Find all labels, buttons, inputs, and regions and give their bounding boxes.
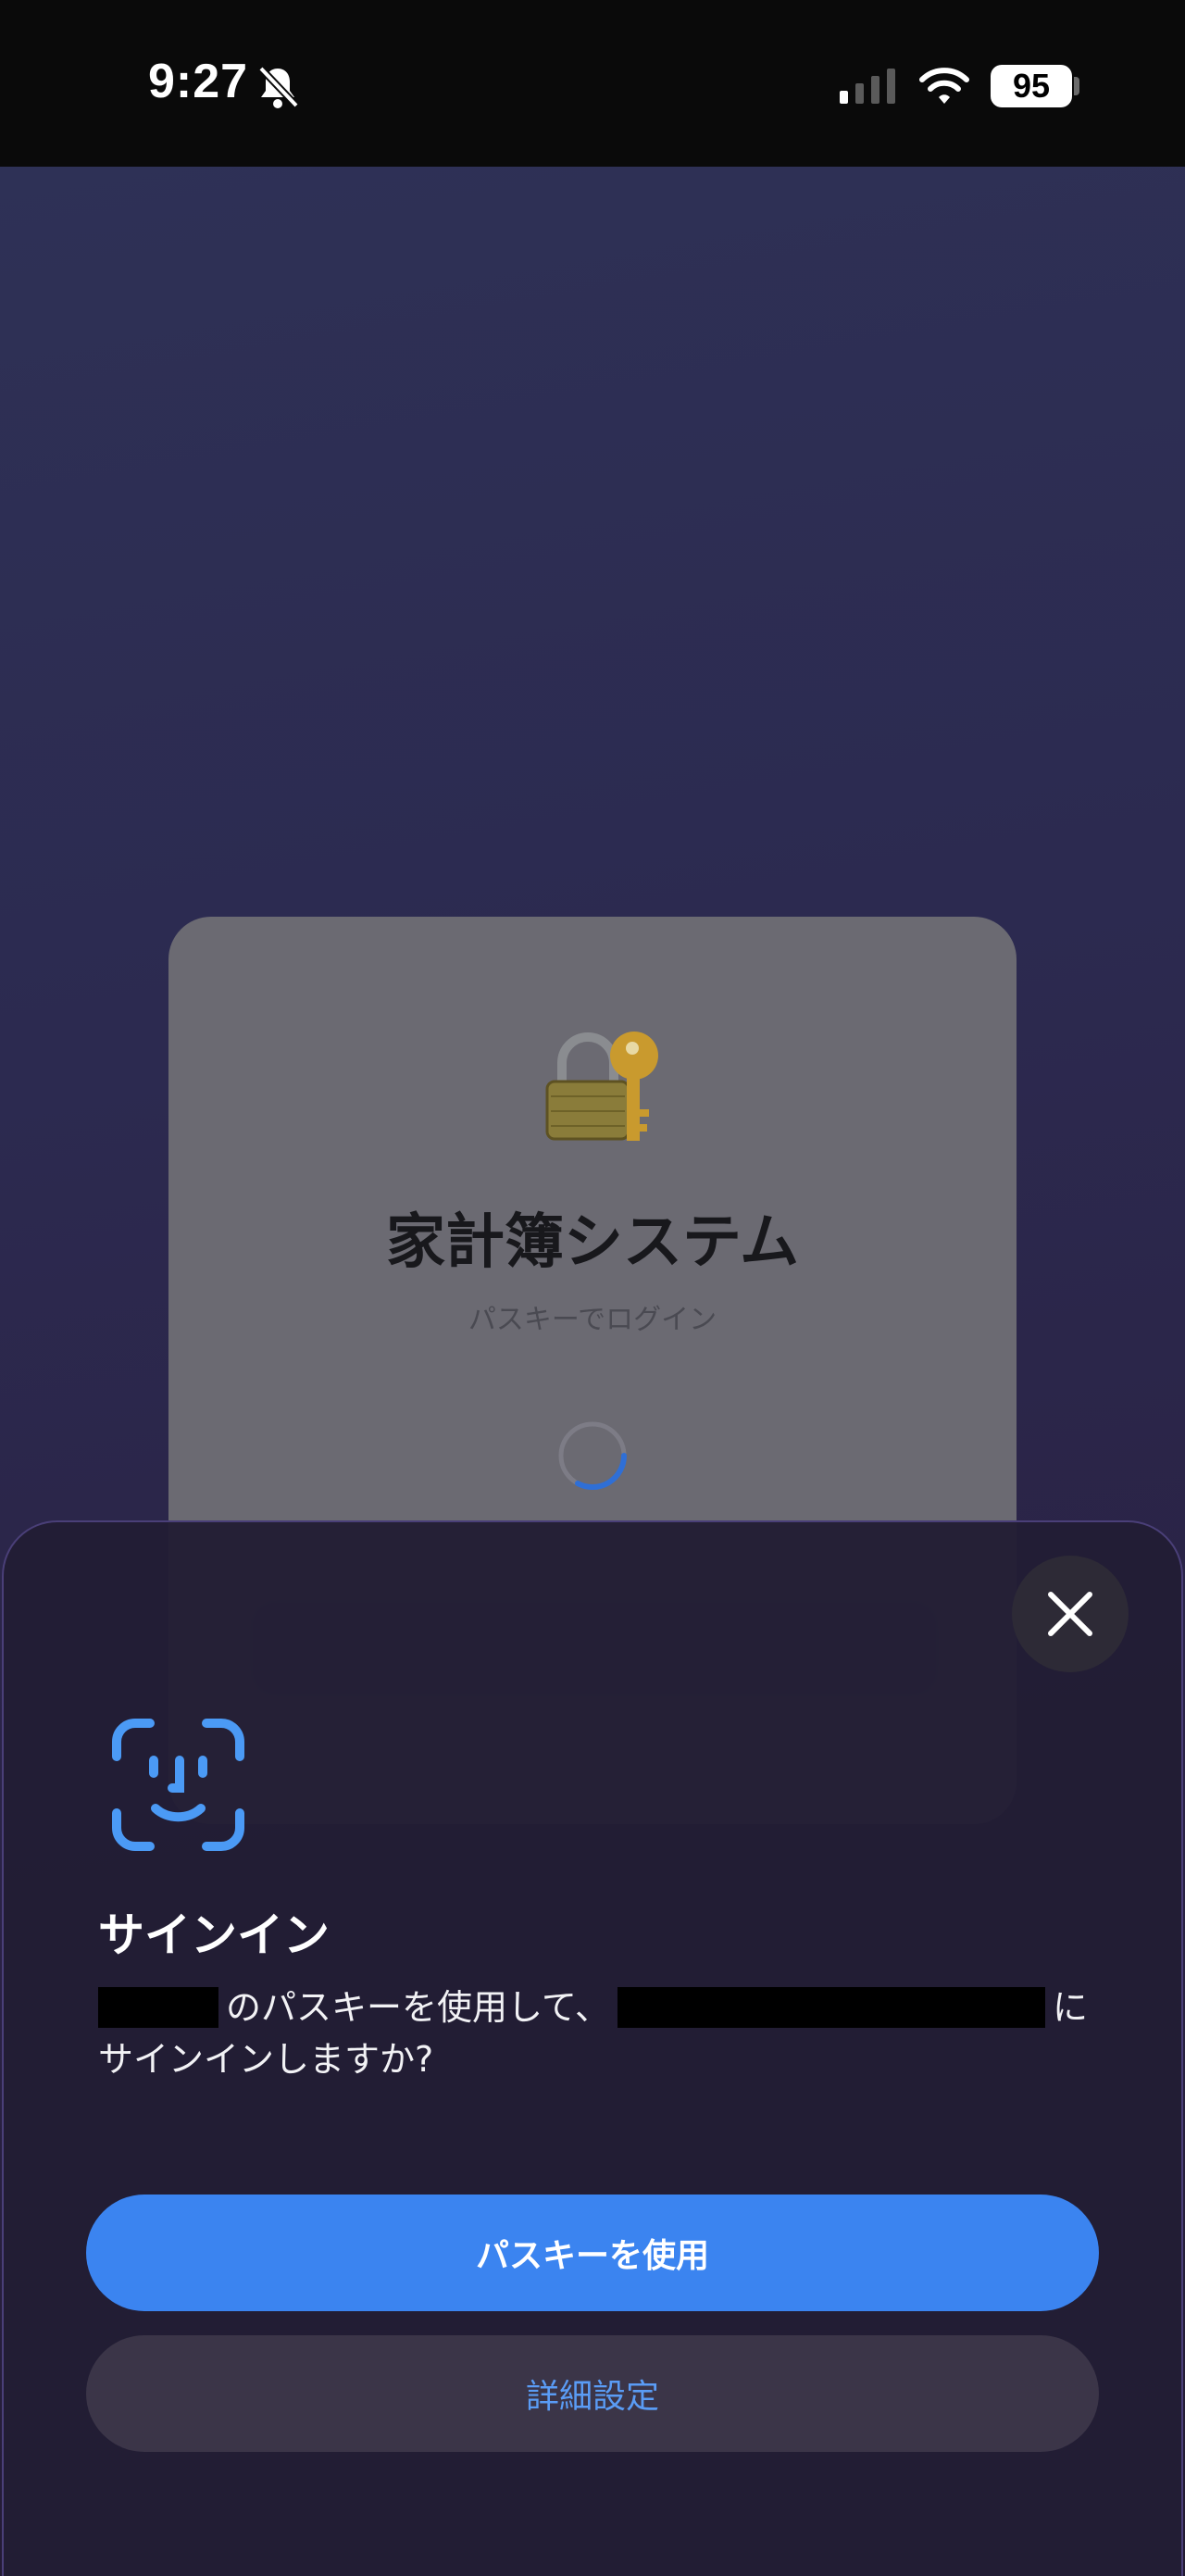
app-subtitle: パスキーでログイン xyxy=(468,1304,717,1336)
status-time: 9:27 xyxy=(148,55,249,108)
cellular-signal-icon xyxy=(840,69,895,104)
prompt-text-1: のパスキーを使用して、 xyxy=(226,1987,610,2028)
redacted-site xyxy=(617,1986,1045,2028)
use-passkey-button[interactable]: パスキーを使用 xyxy=(86,2195,1099,2311)
advanced-settings-button[interactable]: 詳細設定 xyxy=(86,2335,1099,2452)
prompt-text-3: サインインしますか? xyxy=(98,2039,434,2080)
bell-slash-icon xyxy=(258,66,299,108)
app-title: 家計簿システム xyxy=(385,1208,800,1277)
wifi-icon xyxy=(919,68,969,104)
status-bar: 9:27 95 xyxy=(0,0,1185,167)
battery-nub xyxy=(1074,77,1079,95)
battery-icon: 95 xyxy=(991,65,1072,107)
face-id-icon xyxy=(112,1719,244,1851)
sheet-title: サインイン xyxy=(98,1908,330,1962)
close-icon xyxy=(1048,1592,1092,1636)
signin-prompt: のパスキーを使用して、 に サインインしますか? xyxy=(98,1982,1098,2085)
prompt-text-2: に xyxy=(1052,1987,1088,2028)
lock-with-key-icon xyxy=(545,1032,658,1141)
redacted-username xyxy=(98,1986,218,2028)
loading-spinner xyxy=(558,1421,627,1490)
close-button[interactable] xyxy=(1012,1556,1129,1672)
